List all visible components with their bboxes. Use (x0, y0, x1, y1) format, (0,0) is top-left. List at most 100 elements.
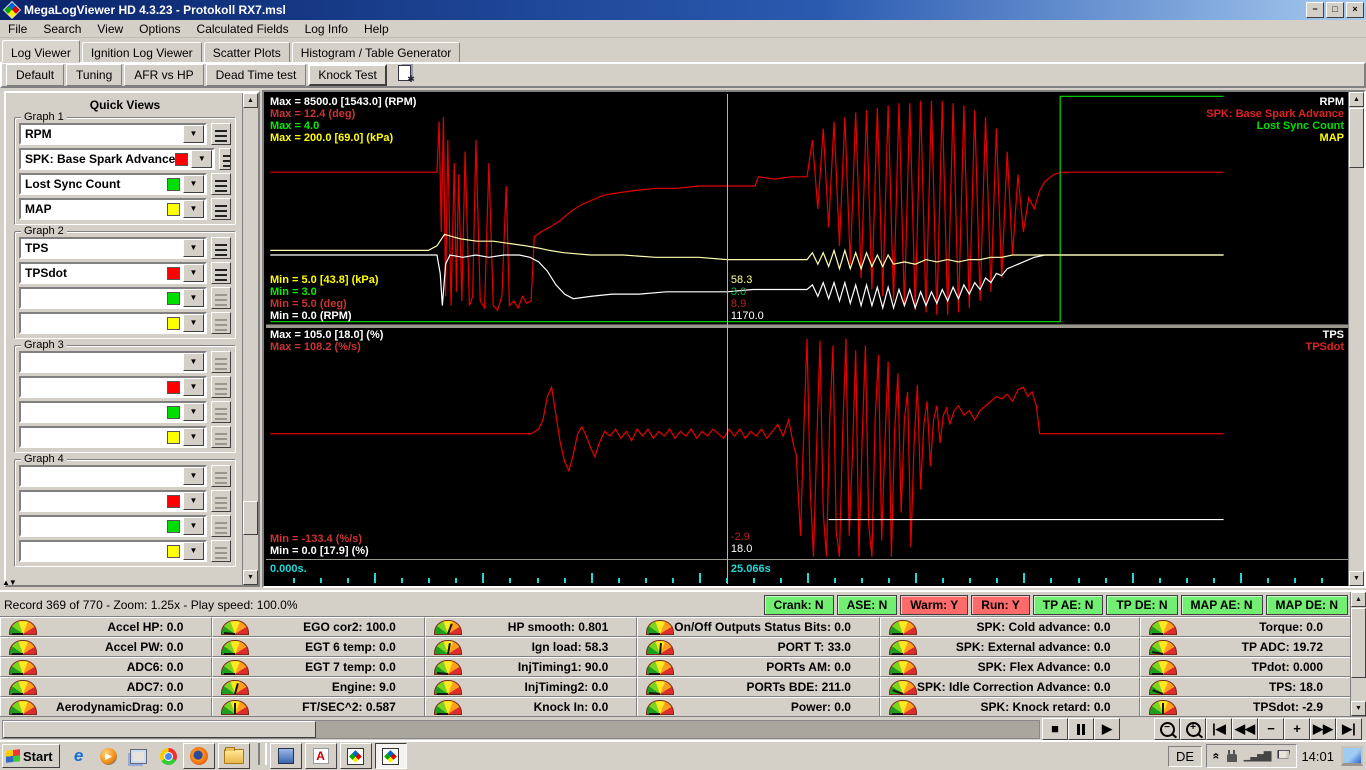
gauge-cell[interactable]: TPS: 18.0 (1139, 677, 1352, 697)
gauge-cell[interactable]: Accel HP: 0.0 (0, 617, 213, 637)
chevron-down-icon[interactable]: ▼ (191, 150, 213, 168)
channel-menu-button[interactable] (211, 540, 231, 562)
language-indicator[interactable]: DE (1167, 745, 1202, 767)
gauge-cell[interactable]: SPK: External advance: 0.0 (879, 637, 1140, 657)
channel-select[interactable]: SPK: Base Spark Advance ▼ (19, 148, 216, 170)
channel-menu-button[interactable] (211, 515, 231, 537)
minimize-button[interactable]: − (1306, 2, 1324, 18)
skip-start-button[interactable]: |◀ (1206, 718, 1232, 740)
gauge-cell[interactable]: EGT 6 temp: 0.0 (212, 637, 425, 657)
tab-scatter-plots[interactable]: Scatter Plots (203, 42, 290, 62)
channel-select[interactable]: MAP ▼ (19, 198, 207, 220)
chevron-down-icon[interactable]: ▼ (183, 264, 204, 282)
channel-select[interactable]: TPS ▼ (19, 237, 207, 259)
gauge-cell[interactable]: FT/SEC^2: 0.587 (212, 697, 425, 717)
channel-select[interactable]: ▼ (19, 465, 207, 487)
channel-select[interactable]: ▼ (19, 540, 207, 562)
scroll-up-icon[interactable]: ▲ (1349, 92, 1364, 107)
quicklaunch-show-desktop-icon[interactable] (128, 745, 150, 767)
chevron-down-icon[interactable]: ▼ (183, 125, 204, 143)
channel-menu-button[interactable] (211, 123, 231, 145)
skip-end-button[interactable]: ▶| (1336, 718, 1362, 740)
gauge-scrollbar[interactable]: ▲ ▼ (1350, 592, 1366, 716)
gauge-cell[interactable]: SPK: Knock retard: 0.0 (879, 697, 1140, 717)
menu-file[interactable]: File (0, 21, 35, 37)
channel-select[interactable]: Lost Sync Count ▼ (19, 173, 207, 195)
chevron-up-icon[interactable]: « (1209, 753, 1223, 760)
channel-select[interactable]: ▼ (19, 351, 207, 373)
chevron-down-icon[interactable]: ▼ (183, 492, 204, 510)
chevron-down-icon[interactable]: ▼ (183, 289, 204, 307)
gauge-cell[interactable]: TPSdot: -2.9 (1139, 697, 1352, 717)
channel-select[interactable]: RPM ▼ (19, 123, 207, 145)
view-tab-default[interactable]: Default (6, 64, 65, 86)
menu-search[interactable]: Search (35, 21, 89, 37)
channel-select[interactable]: ▼ (19, 401, 207, 423)
chevron-down-icon[interactable]: ▼ (183, 175, 204, 193)
rewind-button[interactable]: ◀◀ (1232, 718, 1258, 740)
channel-menu-button[interactable] (211, 312, 231, 334)
channel-select[interactable]: ▼ (19, 490, 207, 512)
gauge-cell[interactable]: PORTs AM: 0.0 (637, 657, 880, 677)
step-plus-button[interactable]: + (1284, 718, 1310, 740)
network-signal-icon[interactable]: ▁▃▅▇ (1244, 751, 1272, 762)
flag-icon[interactable] (1277, 749, 1291, 759)
play-button[interactable]: ▶ (1094, 718, 1120, 740)
channel-select[interactable]: ▼ (19, 376, 207, 398)
channel-select[interactable]: ▼ (19, 515, 207, 537)
gauge-cell[interactable]: EGO cor2: 100.0 (212, 617, 425, 637)
horizontal-scrollbar[interactable] (2, 719, 1040, 739)
gauge-cell[interactable]: SPK: Cold advance: 0.0 (879, 617, 1140, 637)
pause-button[interactable] (1068, 718, 1094, 740)
menu-view[interactable]: View (89, 21, 131, 37)
scroll-down-icon[interactable]: ▼ (1351, 701, 1366, 716)
zoom-in-button[interactable]: + (1180, 718, 1206, 740)
task-app-icon[interactable] (269, 743, 302, 769)
scroll-down-icon[interactable]: ▼ (1349, 571, 1364, 586)
view-tab-knock-test[interactable]: Knock Test (308, 64, 387, 86)
scroll-thumb[interactable] (3, 720, 316, 738)
gauge-cell[interactable]: PORTs BDE: 211.0 (637, 677, 880, 697)
gauge-cell[interactable]: TPdot: 0.000 (1139, 657, 1352, 677)
gauge-cell[interactable]: On/Off Outputs Status Bits: 0.0 (637, 617, 880, 637)
quicklaunch-media-player-icon[interactable]: ▶ (98, 745, 120, 767)
graph-scrollbar[interactable]: ▲ ▼ (1348, 92, 1364, 586)
graph-area[interactable]: Max = 8500.0 [1543.0] (RPM) Max = 12.4 (d… (262, 90, 1366, 588)
gauge-cell[interactable]: SPK: Flex Advance: 0.0 (879, 657, 1140, 677)
gauge-cell[interactable]: Ign load: 58.3 (424, 637, 638, 657)
plug-icon[interactable] (1226, 750, 1237, 762)
channel-select[interactable]: ▼ (19, 426, 207, 448)
channel-menu-button[interactable] (211, 198, 231, 220)
scroll-thumb[interactable] (243, 501, 258, 535)
view-tab-tuning[interactable]: Tuning (66, 64, 123, 86)
channel-menu-button[interactable] (211, 351, 231, 373)
menu-options[interactable]: Options (131, 21, 188, 37)
tab-ignition-log-viewer[interactable]: Ignition Log Viewer (81, 42, 202, 62)
menu-log-info[interactable]: Log Info (297, 21, 356, 37)
channel-menu-button[interactable] (211, 401, 231, 423)
channel-menu-button[interactable] (211, 376, 231, 398)
channel-select[interactable]: ▼ (19, 312, 207, 334)
channel-menu-button[interactable] (219, 148, 231, 170)
gauge-cell[interactable]: HP smooth: 0.801 (424, 617, 638, 637)
scroll-down-icon[interactable]: ▼ (243, 570, 258, 585)
task-mlv-icon-active[interactable] (374, 743, 407, 769)
chevron-down-icon[interactable]: ▼ (183, 428, 204, 446)
view-tab-dead-time-test[interactable]: Dead Time test (205, 64, 307, 86)
chevron-down-icon[interactable]: ▼ (183, 239, 204, 257)
task-firefox-icon[interactable] (182, 743, 215, 769)
chevron-down-icon[interactable]: ▼ (183, 314, 204, 332)
chevron-down-icon[interactable]: ▼ (183, 467, 204, 485)
chevron-down-icon[interactable]: ▼ (183, 200, 204, 218)
forward-button[interactable]: ▶▶ (1310, 718, 1336, 740)
chevron-down-icon[interactable]: ▼ (183, 517, 204, 535)
scroll-up-icon[interactable]: ▲ (243, 93, 258, 108)
stop-button[interactable]: ■ (1042, 718, 1068, 740)
tab-histogram-table-generator[interactable]: Histogram / Table Generator (291, 42, 461, 62)
zoom-out-button[interactable]: − (1154, 718, 1180, 740)
scroll-thumb[interactable] (1349, 108, 1364, 168)
gauge-cell[interactable]: InjTiming1: 90.0 (424, 657, 638, 677)
quicklaunch-chrome-icon[interactable] (158, 745, 180, 767)
splitter-arrows-icon[interactable]: ▲▼ (2, 578, 17, 587)
maximize-button[interactable]: □ (1326, 2, 1344, 18)
